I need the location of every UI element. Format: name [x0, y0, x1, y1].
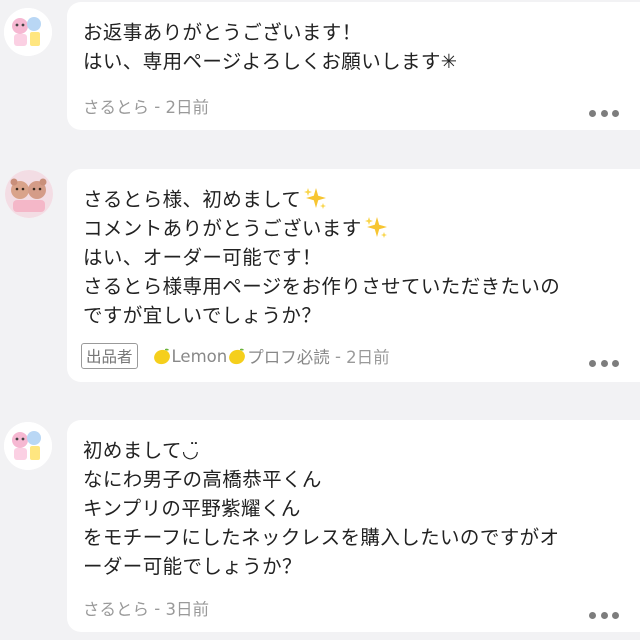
- more-options-icon[interactable]: [589, 610, 619, 620]
- lemon-icon: [229, 348, 246, 365]
- comment-line-text: さるとら様、初めまして: [83, 188, 302, 211]
- comment-line: ですが宜しいでしょうか？: [83, 304, 322, 327]
- comment-message: さるとら様、初めまして コメントありがとうございます はい、オーダー可能です！ …: [83, 185, 640, 330]
- comment-time: 3日前: [165, 600, 209, 619]
- comment-line-text: コメントありがとうございます: [83, 217, 362, 240]
- comment-line: 初めまして◡̈: [83, 439, 200, 462]
- avatar-saruto-ra[interactable]: [4, 8, 52, 56]
- avatar-illustration: [5, 170, 53, 218]
- more-options-icon[interactable]: [589, 108, 619, 118]
- avatar-lemon[interactable]: [5, 170, 53, 218]
- lemon-icon: [153, 348, 170, 365]
- avatar-illustration: [4, 8, 52, 56]
- comment-bubble: 初めまして◡̈ なにわ男子の高橋恭平くん キンプリの平野紫耀くん をモチーフにし…: [67, 420, 640, 632]
- comment-meta: 出品者 Lemon プロフ必読 - 2日前: [81, 343, 390, 369]
- comment-meta: さるとら - 3日前: [83, 596, 209, 620]
- comment-author[interactable]: Lemon: [172, 347, 228, 366]
- meta-separator: -: [329, 346, 347, 366]
- comment-line: ーダー可能でしょうか？: [83, 555, 302, 578]
- sparkles-icon: [364, 217, 387, 238]
- comment-time: 2日前: [165, 98, 209, 117]
- avatar-saruto-ra[interactable]: [4, 422, 52, 470]
- comment-message: お返事ありがとうございます！ はい、専用ページよろしくお願いします✳︎: [83, 18, 640, 76]
- meta-separator: -: [149, 96, 166, 116]
- sparkles-icon: [304, 188, 327, 209]
- more-options-icon[interactable]: [589, 358, 619, 368]
- comment-line: なにわ男子の高橋恭平くん: [83, 468, 322, 491]
- meta-separator: -: [149, 598, 166, 618]
- comment-author[interactable]: さるとら: [83, 94, 149, 118]
- comment-message: 初めまして◡̈ なにわ男子の高橋恭平くん キンプリの平野紫耀くん をモチーフにし…: [83, 436, 640, 581]
- comment-line: さるとら様専用ページをお作りさせていただきたいの: [83, 275, 561, 298]
- comment-line: をモチーフにしたネックレスを購入したいのですがオ: [83, 526, 560, 549]
- comment-time: 2日前: [346, 348, 390, 367]
- seller-badge: 出品者: [81, 343, 138, 369]
- comment-line: さるとら様、初めまして: [83, 185, 640, 214]
- comment-bubble: お返事ありがとうございます！ はい、専用ページよろしくお願いします✳︎ さるとら…: [67, 2, 640, 130]
- avatar-illustration: [4, 422, 52, 470]
- comment-line: コメントありがとうございます: [83, 214, 640, 243]
- comment-line: キンプリの平野紫耀くん: [83, 497, 301, 520]
- author-note: プロフ必読: [247, 348, 330, 367]
- comment-author[interactable]: さるとら: [83, 596, 149, 620]
- comment-line: はい、オーダー可能です！: [83, 246, 322, 269]
- comment-line: お返事ありがとうございます！: [83, 21, 362, 44]
- comment-meta: さるとら - 2日前: [83, 94, 209, 118]
- comment-line: はい、専用ページよろしくお願いします✳︎: [83, 50, 458, 73]
- comment-bubble: さるとら様、初めまして コメントありがとうございます はい、オーダー可能です！ …: [67, 169, 640, 382]
